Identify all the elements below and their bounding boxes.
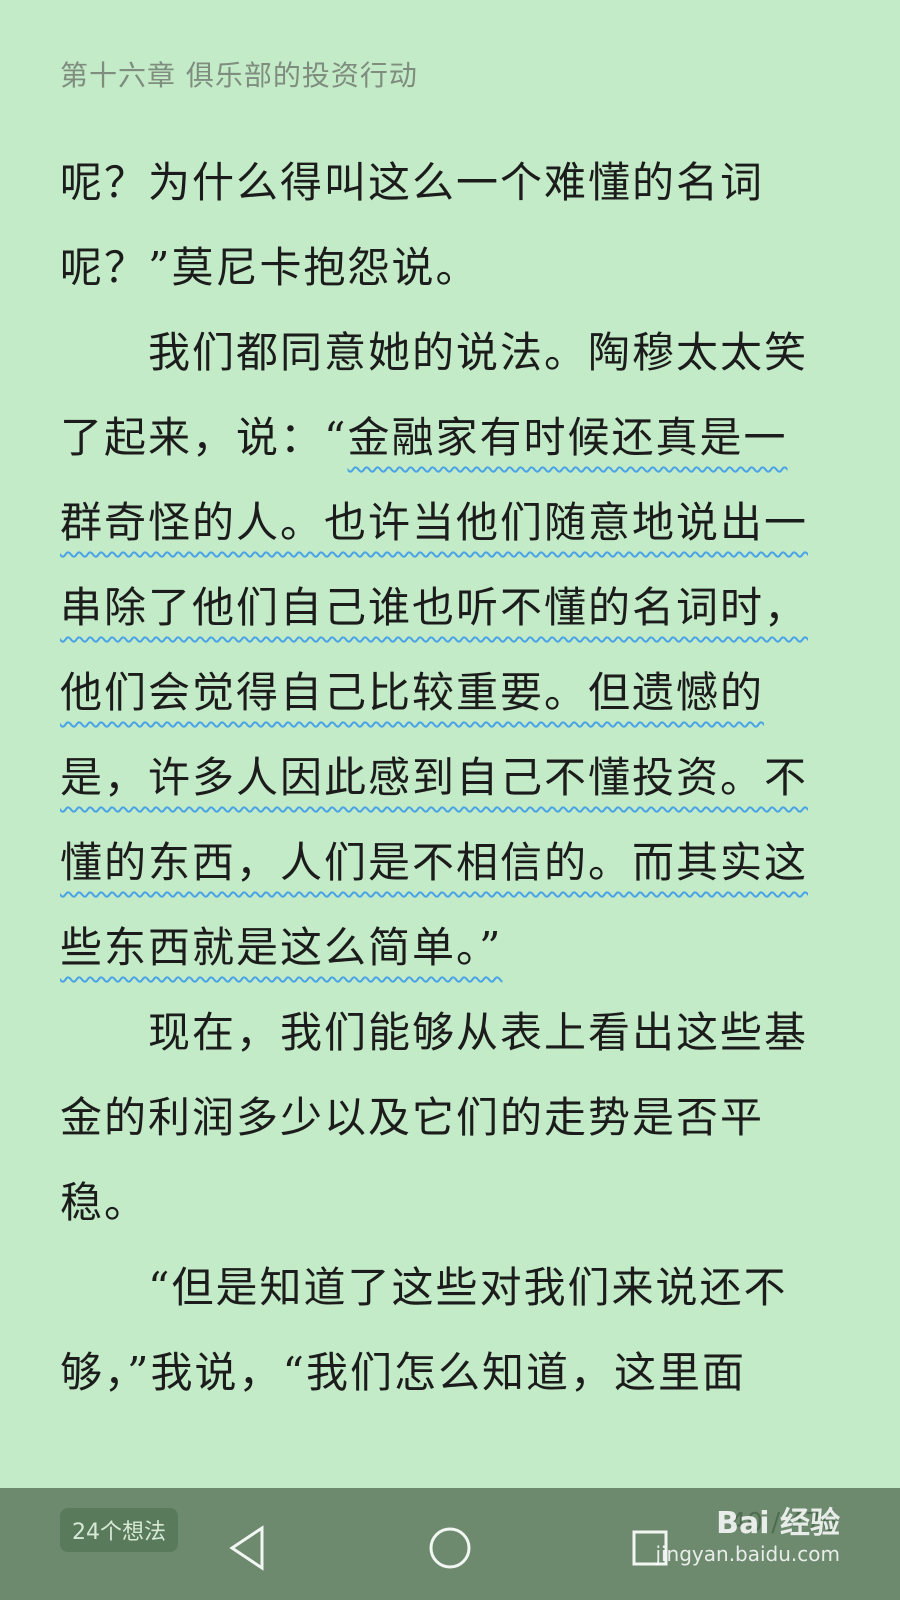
text-line: 串除了他们自己谁也听不懂的名词时， bbox=[60, 565, 840, 650]
body-text: 呢？为什么得叫这么一个难懂的名词 bbox=[60, 158, 765, 207]
body-text: 金的利润多少以及它们的走势是否平 bbox=[60, 1093, 765, 1142]
highlighted-text[interactable]: 是，许多人因此感到自己不懂投资。不 bbox=[60, 753, 808, 802]
highlighted-text[interactable]: 群奇怪的人。也许当他们随意地说出一 bbox=[60, 498, 808, 547]
back-triangle-icon bbox=[229, 1525, 264, 1571]
text-line: 金的利润多少以及它们的走势是否平 bbox=[60, 1075, 840, 1160]
watermark-title: Bai 经验 bbox=[716, 1506, 840, 1541]
text-line: 我们都同意她的说法。陶穆太太笑 bbox=[60, 310, 840, 395]
text-line: 呢？为什么得叫这么一个难懂的名词 bbox=[60, 140, 840, 225]
highlighted-text[interactable]: 懂的东西，人们是不相信的。而其实这 bbox=[60, 838, 808, 887]
nav-back-button[interactable] bbox=[220, 1518, 280, 1578]
body-text: “但是知道了这些对我们来说还不 bbox=[60, 1263, 788, 1312]
ideas-badge[interactable]: 24个想法 bbox=[60, 1508, 178, 1552]
text-line: 些东西就是这么简单。” bbox=[60, 905, 840, 990]
body-text: 我们都同意她的说法。陶穆太太笑 bbox=[60, 328, 809, 377]
text-line: 懂的东西，人们是不相信的。而其实这 bbox=[60, 820, 840, 905]
chapter-title: 第十六章 俱乐部的投资行动 bbox=[60, 59, 418, 92]
highlighted-text[interactable]: 他们会觉得自己比较重要。但遗憾的 bbox=[60, 668, 764, 717]
text-line: 他们会觉得自己比较重要。但遗憾的 bbox=[60, 650, 840, 735]
text-line: 了起来，说：“金融家有时候还真是一 bbox=[60, 395, 840, 480]
highlighted-text[interactable]: 金融家有时候还真是一 bbox=[347, 413, 787, 462]
text-line: “但是知道了这些对我们来说还不 bbox=[60, 1245, 840, 1330]
text-line: 群奇怪的人。也许当他们随意地说出一 bbox=[60, 480, 840, 565]
text-line: 够，”我说，“我们怎么知道，这里面 bbox=[60, 1330, 840, 1415]
body-text: 够，”我说，“我们怎么知道，这里面 bbox=[60, 1348, 746, 1397]
watermark: Bai 经验 jingyan.baidu.com bbox=[655, 1498, 840, 1566]
highlighted-text[interactable]: 串除了他们自己谁也听不懂的名词时， bbox=[60, 583, 808, 632]
home-circle-icon bbox=[429, 1527, 471, 1569]
body-text: 了起来，说：“ bbox=[60, 413, 348, 462]
body-text: 现在，我们能够从表上看出这些基 bbox=[60, 1008, 809, 1057]
highlighted-text[interactable]: 些东西就是这么简单。” bbox=[60, 923, 502, 972]
body-text: 呢？”莫尼卡抱怨说。 bbox=[60, 243, 480, 292]
nav-home-button[interactable] bbox=[420, 1518, 480, 1578]
body-text: 稳。 bbox=[60, 1178, 149, 1227]
text-line: 是，许多人因此感到自己不懂投资。不 bbox=[60, 735, 840, 820]
reading-area[interactable]: 呢？为什么得叫这么一个难懂的名词 呢？”莫尼卡抱怨说。 我们都同意她的说法。陶穆太… bbox=[60, 140, 840, 1415]
text-line: 呢？”莫尼卡抱怨说。 bbox=[60, 225, 840, 310]
text-line: 现在，我们能够从表上看出这些基 bbox=[60, 990, 840, 1075]
text-line: 稳。 bbox=[60, 1160, 840, 1245]
watermark-url: jingyan.baidu.com bbox=[655, 1542, 840, 1566]
